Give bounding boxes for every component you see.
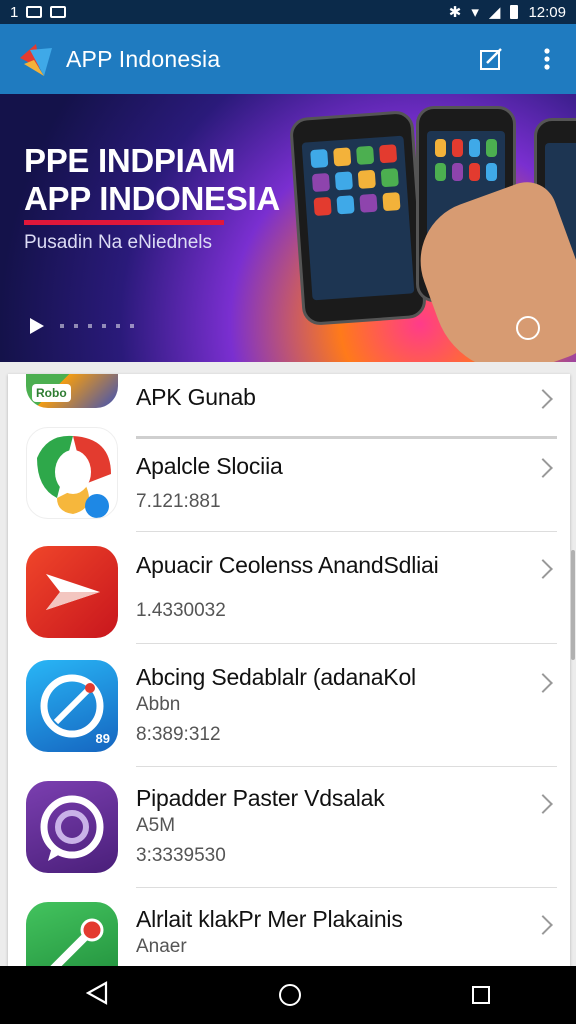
app-name: Alrlait klakPr Mer Plakainis [136, 906, 403, 932]
status-left-text: 1 [10, 3, 19, 21]
edit-square-icon[interactable] [478, 46, 504, 72]
message-notification-icon [50, 6, 67, 18]
signal-icon: ◢ [488, 4, 501, 21]
list-item[interactable]: Pipadder Paster Vdsalak A5M 3:3339530 [8, 767, 570, 887]
chevron-right-icon [533, 673, 553, 693]
banner-headline: PPE INDPIAM APP INDONESIA [24, 142, 280, 225]
app-list: Robo APK Gunab Apalcle Slociia 7.121:881 [8, 374, 570, 966]
phone-illustration [288, 109, 428, 327]
list-item[interactable]: Alrlait klakPr Mer Plakainis Anaer [8, 888, 570, 966]
app-meta: 1.4330032 [136, 600, 226, 621]
promo-banner[interactable]: PPE INDPIAM APP INDONESIA Pusadin Na eNi… [0, 94, 576, 362]
home-icon[interactable] [278, 984, 301, 1006]
compass-icon-label: 89 [95, 731, 110, 746]
screenshot-notification-icon [26, 6, 43, 18]
overflow-menu-icon[interactable] [534, 46, 560, 72]
wifi-icon: ▾ [471, 4, 479, 21]
app-meta: 7.121:881 [136, 491, 221, 512]
status-time: 12:09 [528, 3, 566, 21]
app-meta: 3:3339530 [136, 845, 226, 866]
recent-apps-icon[interactable] [472, 986, 491, 1004]
list-item[interactable]: 89 Abcing Sedablalr (adanaKol Abbn 8:389… [8, 644, 570, 766]
robo-app-icon: Robo [26, 374, 118, 408]
banner-subtitle: Pusadin Na eNiednels [24, 232, 213, 253]
pin-app-icon [26, 902, 118, 966]
app-meta: Abbn [136, 694, 181, 715]
app-name: Abcing Sedablalr (adanaKol [136, 664, 416, 690]
scrollbar[interactable] [571, 550, 575, 660]
camera-ring-app-icon [26, 781, 118, 873]
play-icon[interactable] [30, 318, 44, 334]
app-meta: 8:389:312 [136, 724, 221, 745]
circle-indicator-icon[interactable] [516, 316, 540, 340]
app-meta: A5M [136, 815, 176, 836]
chevron-right-icon [533, 389, 553, 409]
bluetooth-icon: ✱ [448, 4, 462, 21]
system-nav-bar [0, 966, 576, 1024]
app-name: APK Gunab [136, 384, 256, 410]
app-name: Apalcle Slociia [136, 453, 283, 479]
app-logo-icon [16, 38, 58, 80]
app-meta: Anaer [136, 936, 187, 957]
back-icon[interactable] [85, 980, 108, 1010]
chevron-right-icon [533, 559, 553, 579]
chevron-right-icon [533, 915, 553, 935]
banner-accent-stripe [24, 220, 224, 225]
app-name: Apuacir Ceolenss AnandSdliai [136, 552, 439, 578]
chevron-right-icon [533, 794, 553, 814]
compass-app-icon: 89 [26, 660, 118, 752]
app-name: Pipadder Paster Vdsalak [136, 785, 385, 811]
battery-icon [510, 5, 519, 19]
leaf-app-icon [26, 427, 118, 519]
chevron-right-icon [533, 458, 553, 478]
play-arrow-app-icon [26, 546, 118, 638]
list-item[interactable]: Apalcle Slociia 7.121:881 [8, 427, 570, 531]
list-item[interactable]: Apuacir Ceolenss AnandSdliai 1.4330032 [8, 532, 570, 644]
app-bar: APP Indonesia [0, 24, 576, 94]
carousel-dots [60, 324, 140, 328]
robo-icon-label: Robo [32, 384, 71, 402]
banner-headline-line1: PPE INDPIAM [24, 142, 236, 179]
status-bar: 1 ✱ ▾ ◢ 12:09 [0, 0, 576, 24]
app-title: APP Indonesia [66, 45, 221, 72]
banner-headline-line2: APP INDONESIA [24, 180, 280, 217]
